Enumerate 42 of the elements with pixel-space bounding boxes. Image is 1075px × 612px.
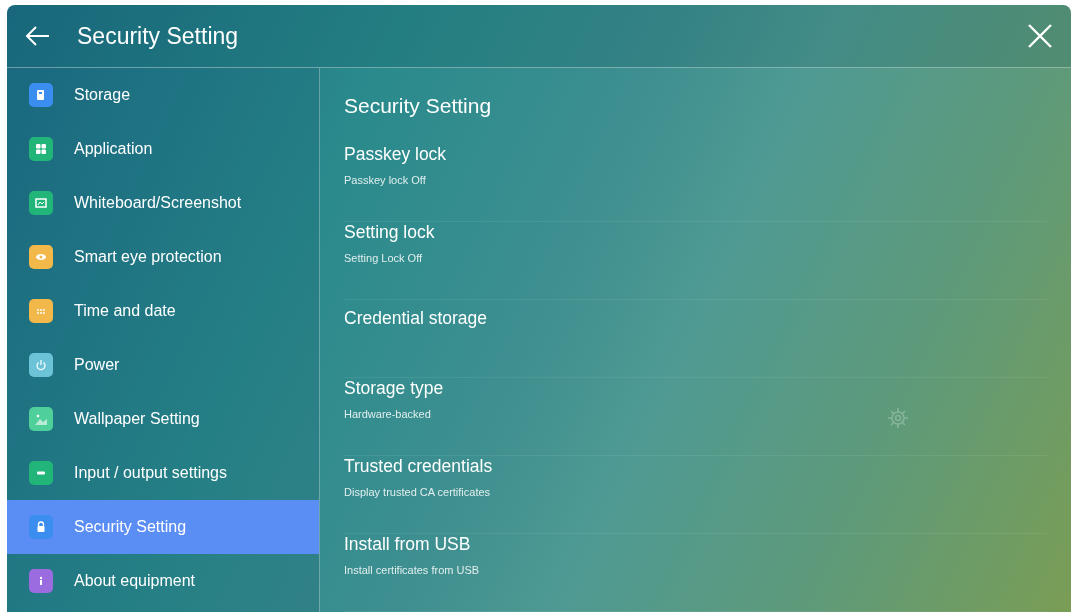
sidebar-item[interactable]: Storage — [7, 68, 319, 122]
window-title: Security Setting — [77, 22, 240, 50]
setting-subtitle: Display trusted CA certificates — [344, 486, 491, 499]
setting-title: Storage type — [344, 378, 444, 400]
setting-row[interactable]: Passkey lock Passkey lock Off — [344, 144, 1047, 222]
setting-row[interactable]: Setting lock Setting Lock Off — [344, 221, 1047, 300]
sidebar-item[interactable]: Application — [7, 122, 319, 176]
setting-subtitle: Hardware-backed — [344, 408, 431, 421]
setting-row[interactable]: Credential storage — [344, 299, 1047, 379]
sidebar-item-label: Power — [74, 356, 120, 374]
setting-title: Passkey lock — [344, 144, 447, 165]
sidebar-item-label: Time and date — [74, 302, 176, 320]
back-button[interactable] — [25, 25, 51, 47]
setting-subtitle: Setting Lock Off — [344, 251, 423, 264]
sidebar-item-label: Security Setting — [74, 518, 187, 536]
sidebar-item[interactable]: About equipment — [7, 554, 319, 608]
setting-row[interactable]: Trusted credentials Display trusted CA certificates — [344, 456, 1047, 535]
sidebar-item[interactable]: Time and date — [7, 284, 319, 338]
sidebar-item-label: Input / output settings — [74, 464, 227, 482]
sidebar-item[interactable]: Security Setting — [7, 500, 319, 554]
sidebar-item[interactable]: Smart eye protection — [7, 230, 319, 284]
setting-title: Install from USB — [344, 534, 471, 556]
setting-title: Credential storage — [344, 307, 487, 329]
gear-icon — [887, 407, 909, 429]
setting-subtitle: Install certificates from USB — [344, 564, 480, 577]
sidebar-item[interactable]: Wallpaper Setting — [7, 392, 319, 446]
setting-title: Trusted credentials — [344, 456, 493, 478]
setting-row[interactable]: Storage type Hardware-backed — [344, 378, 1047, 457]
sidebar-item-label: Whiteboard/Screenshot — [74, 194, 242, 212]
setting-title: Setting lock — [344, 221, 435, 243]
sidebar-item[interactable]: Input / output settings — [7, 446, 319, 500]
section-title: Security Setting — [344, 94, 493, 118]
sidebar-item[interactable]: Whiteboard/Screenshot — [7, 176, 319, 230]
setting-subtitle: Passkey lock Off — [344, 174, 426, 186]
sidebar-item-label: About equipment — [74, 572, 195, 590]
sidebar-item-label: Smart eye protection — [74, 248, 222, 266]
sidebar-item-label: Wallpaper Setting — [74, 410, 200, 428]
sidebar-item-label: Application — [74, 140, 153, 158]
sidebar-item-label: Storage — [74, 86, 131, 104]
sidebar-item[interactable]: Power — [7, 338, 319, 392]
close-button[interactable] — [1027, 23, 1053, 49]
setting-row[interactable]: Install from USB Install certificates from USB — [344, 534, 1047, 612]
